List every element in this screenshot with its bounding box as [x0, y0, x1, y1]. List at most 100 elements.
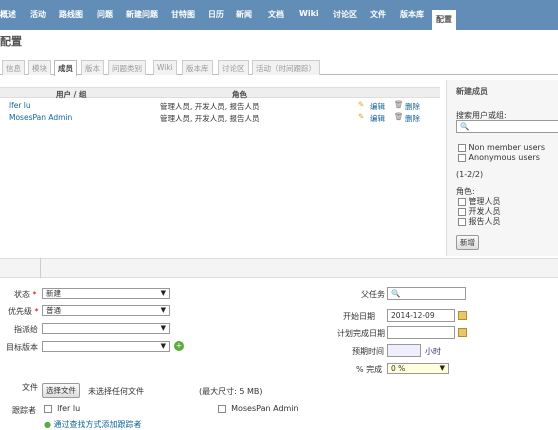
- top-nav: 概述 活动 路线图 问题 新建问题 甘特图 日历 新闻 文档 Wiki 讨论区 …: [0, 0, 558, 30]
- calendar-icon[interactable]: [458, 311, 467, 320]
- checkbox[interactable]: [458, 197, 466, 206]
- watcher-item[interactable]: MosesPan Admin: [218, 404, 299, 413]
- due-date-input[interactable]: [387, 326, 455, 339]
- checkbox[interactable]: [218, 404, 226, 413]
- chevron-down-icon: ▼: [439, 364, 445, 372]
- pencil-icon: ✎: [358, 112, 365, 121]
- estimate-label: 预期时间: [352, 347, 384, 356]
- checkbox[interactable]: [458, 217, 466, 226]
- add-watcher-link[interactable]: ● 通过查找方式添加跟踪者: [44, 419, 142, 430]
- role-label: 管理人员: [468, 197, 501, 206]
- trash-icon: 🗑: [394, 100, 404, 109]
- done-value: 0 %: [391, 364, 406, 373]
- table-row: MosesPan Admin 管理人员, 开发人员, 报告人员 ✎ 编辑 🗑 删…: [0, 112, 440, 124]
- tab-forums[interactable]: 讨论区: [218, 60, 249, 75]
- status-label: 状态 *: [14, 290, 37, 299]
- status-select[interactable]: 新建 ▼: [42, 288, 170, 299]
- member-name[interactable]: MosesPan Admin: [9, 113, 72, 122]
- option-label: Non member users: [468, 143, 545, 152]
- nav-issues[interactable]: 问题: [97, 9, 113, 20]
- nav-gantt[interactable]: 甘特图: [171, 9, 195, 20]
- chevron-down-icon: ▼: [160, 342, 166, 350]
- col-user-header: 用户 / 组: [56, 90, 87, 99]
- result-count: (1-2/2): [456, 170, 484, 179]
- nav-forums[interactable]: 讨论区: [333, 9, 357, 20]
- nav-wiki[interactable]: Wiki: [299, 9, 319, 18]
- tab-members[interactable]: 成员: [54, 60, 77, 76]
- role-label: 开发人员: [468, 207, 501, 216]
- parent-task-input[interactable]: 🔍: [387, 287, 466, 300]
- checkbox[interactable]: [458, 207, 466, 216]
- divider-line: [40, 258, 41, 278]
- nav-roadmap[interactable]: 路线图: [59, 9, 83, 20]
- watcher-item[interactable]: lfer lu: [44, 404, 80, 413]
- add-watcher-text: 通过查找方式添加跟踪者: [53, 420, 142, 429]
- edit-link[interactable]: 编辑: [370, 113, 385, 124]
- done-ratio-select[interactable]: 0 % ▼: [387, 363, 449, 374]
- member-name[interactable]: lfer lu: [9, 101, 31, 110]
- member-search-input[interactable]: 🔍: [456, 120, 558, 133]
- add-member-button[interactable]: 新增: [456, 235, 479, 250]
- edit-link[interactable]: 编辑: [370, 101, 385, 112]
- checkbox[interactable]: [44, 404, 52, 413]
- watcher-name: MosesPan Admin: [231, 404, 299, 413]
- pencil-icon: ✎: [358, 100, 365, 109]
- nav-activity[interactable]: 活动: [30, 9, 46, 20]
- tab-info[interactable]: 信息: [2, 60, 25, 75]
- estimate-unit: 小时: [425, 347, 441, 356]
- nav-calendar[interactable]: 日历: [208, 9, 224, 20]
- option-label: Anonymous users: [468, 153, 540, 162]
- assignee-select[interactable]: ▼: [42, 323, 170, 334]
- search-icon: 🔍: [391, 289, 401, 298]
- nav-settings[interactable]: 配置: [432, 10, 456, 30]
- tab-versions[interactable]: 版本: [81, 60, 104, 75]
- members-table-header: 用户 / 组 角色: [0, 87, 440, 99]
- checkbox[interactable]: [458, 153, 466, 162]
- page-title: 配置: [0, 35, 22, 48]
- due-date-label: 计划完成日期: [337, 329, 385, 338]
- priority-select[interactable]: 普通 ▼: [42, 305, 170, 316]
- tab-issue-categories[interactable]: 问题类别: [108, 60, 146, 75]
- delete-link[interactable]: 删除: [405, 113, 420, 124]
- new-member-title: 新建成员: [456, 87, 488, 96]
- role-reporter[interactable]: 报告人员: [458, 216, 501, 227]
- delete-link[interactable]: 删除: [405, 101, 420, 112]
- chevron-down-icon: ▼: [160, 289, 166, 297]
- nav-files[interactable]: 文件: [370, 9, 386, 20]
- choose-file-button[interactable]: 选择文件: [42, 383, 80, 398]
- assignee-label: 指派给: [14, 325, 38, 334]
- done-label: % 完成: [356, 365, 383, 374]
- trash-icon: 🗑: [394, 112, 404, 121]
- start-date-label: 开始日期: [343, 312, 375, 321]
- add-version-icon[interactable]: +: [174, 341, 184, 351]
- role-label: 报告人员: [468, 217, 501, 226]
- parent-label: 父任务: [361, 290, 385, 299]
- nav-overview[interactable]: 概述: [0, 9, 16, 20]
- target-version-select[interactable]: ▼: [42, 341, 170, 352]
- nav-new-issue[interactable]: 新建问题: [126, 9, 158, 20]
- chevron-down-icon: ▼: [160, 306, 166, 314]
- checkbox[interactable]: [458, 143, 466, 152]
- search-icon: 🔍: [460, 122, 470, 131]
- nav-repository[interactable]: 版本库: [400, 9, 424, 20]
- start-date-value: 2014-12-09: [391, 311, 435, 320]
- tab-repository[interactable]: 版本库: [182, 60, 213, 75]
- tab-wiki[interactable]: Wiki: [153, 60, 177, 75]
- tab-modules[interactable]: 模块: [28, 60, 51, 75]
- tab-time-tracking[interactable]: 活动（时间跟踪）: [252, 60, 320, 75]
- option-non-member[interactable]: Non member users: [458, 143, 545, 152]
- option-anonymous[interactable]: Anonymous users: [458, 153, 540, 162]
- file-label: 文件: [22, 383, 38, 392]
- chevron-down-icon: ▼: [160, 324, 166, 332]
- watchers-label: 跟踪者: [12, 406, 36, 415]
- member-roles: 管理人员, 开发人员, 报告人员: [160, 102, 260, 111]
- estimate-input[interactable]: [387, 344, 421, 357]
- nav-news[interactable]: 新闻: [236, 9, 252, 20]
- priority-label: 优先级 *: [8, 307, 39, 316]
- new-member-panel: 新建成员 搜索用户或组: 🔍 Non member users Anonymou…: [446, 80, 558, 256]
- calendar-icon[interactable]: [458, 328, 467, 337]
- start-date-input[interactable]: 2014-12-09: [387, 309, 455, 322]
- nav-documents[interactable]: 文档: [268, 9, 284, 20]
- no-file-text: 未选择任何文件: [88, 387, 144, 396]
- version-label: 目标版本: [6, 343, 38, 352]
